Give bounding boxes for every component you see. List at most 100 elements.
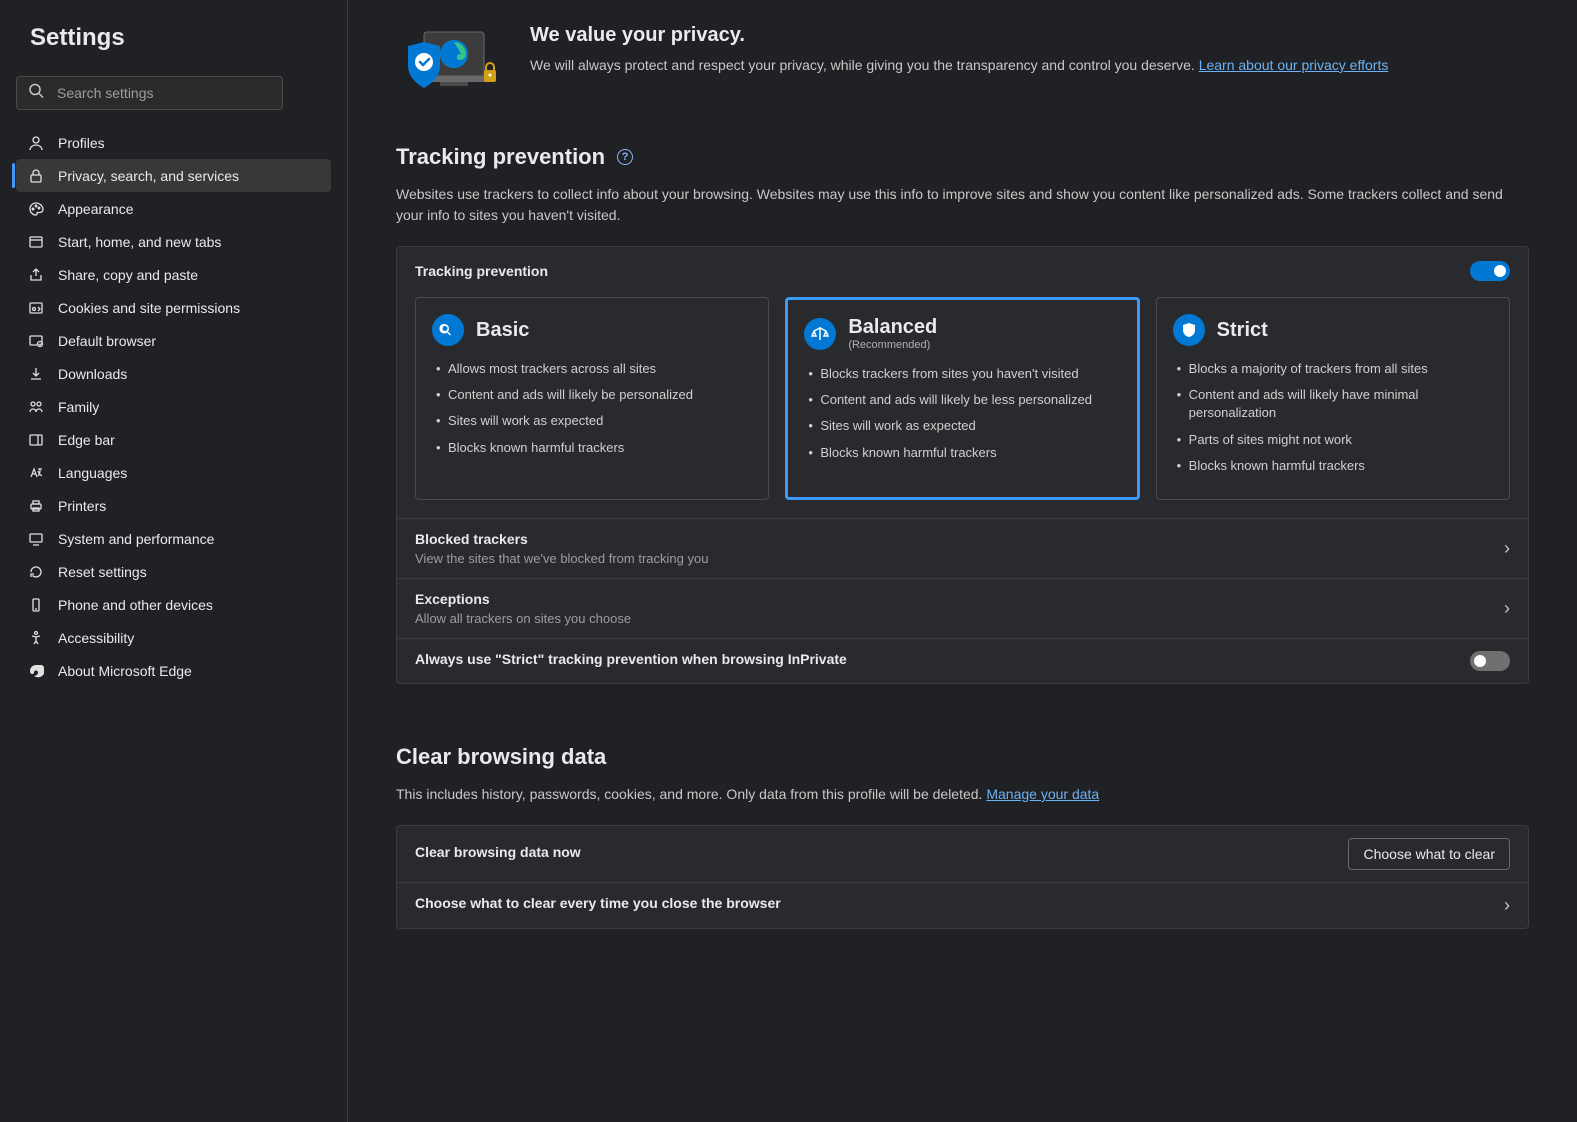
clear-card: Clear browsing data now Choose what to c…: [396, 825, 1529, 929]
sidebar-item-about[interactable]: About Microsoft Edge: [16, 654, 331, 687]
level-name: Strict: [1217, 319, 1268, 342]
row-title: Always use "Strict" tracking prevention …: [415, 651, 1470, 667]
help-icon[interactable]: ?: [617, 149, 633, 165]
nav-label: Cookies and site permissions: [58, 300, 240, 316]
nav-label: Reset settings: [58, 564, 147, 580]
tracking-desc: Websites use trackers to collect info ab…: [396, 184, 1529, 226]
tracking-card-title: Tracking prevention: [415, 263, 548, 279]
row-desc: View the sites that we've blocked from t…: [415, 551, 1504, 566]
sidebar-item-profiles[interactable]: Profiles: [16, 126, 331, 159]
blocked-trackers-row[interactable]: Blocked trackers View the sites that we'…: [397, 518, 1528, 578]
basic-icon: [432, 314, 464, 346]
choose-what-to-clear-button[interactable]: Choose what to clear: [1348, 838, 1510, 870]
row-title: Blocked trackers: [415, 531, 1504, 547]
hero-illustration: [396, 24, 506, 104]
tracking-card-header: Tracking prevention: [397, 247, 1528, 281]
nav-label: Family: [58, 399, 99, 415]
sidebar-item-share[interactable]: Share, copy and paste: [16, 258, 331, 291]
download-icon: [26, 364, 46, 384]
clear-desc: This includes history, passwords, cookie…: [396, 784, 1529, 805]
nav-label: Privacy, search, and services: [58, 168, 239, 184]
hero-text: We value your privacy. We will always pr…: [530, 24, 1388, 104]
languages-icon: [26, 463, 46, 483]
browser-icon: [26, 331, 46, 351]
system-icon: [26, 529, 46, 549]
hero-body: We will always protect and respect your …: [530, 55, 1388, 76]
strict-inprivate-toggle[interactable]: [1470, 651, 1510, 671]
tracking-level-grid: Basic Allows most trackers across all si…: [397, 281, 1528, 518]
sidebar-item-reset[interactable]: Reset settings: [16, 555, 331, 588]
sidebar-item-phone[interactable]: Phone and other devices: [16, 588, 331, 621]
sidebar-item-privacy[interactable]: Privacy, search, and services: [16, 159, 331, 192]
sidebar-item-cookies[interactable]: Cookies and site permissions: [16, 291, 331, 324]
privacy-efforts-link[interactable]: Learn about our privacy efforts: [1199, 57, 1389, 73]
search-container: [16, 76, 331, 110]
nav-label: Downloads: [58, 366, 127, 382]
chevron-right-icon: ›: [1504, 895, 1510, 916]
privacy-hero: We value your privacy. We will always pr…: [396, 24, 1529, 104]
phone-icon: [26, 595, 46, 615]
level-name: Balanced: [848, 316, 937, 339]
nav-label: About Microsoft Edge: [58, 663, 192, 679]
sidebar-item-downloads[interactable]: Downloads: [16, 357, 331, 390]
level-bullets: Blocks trackers from sites you haven't v…: [804, 365, 1120, 462]
sidebar-item-edge-bar[interactable]: Edge bar: [16, 423, 331, 456]
row-title: Exceptions: [415, 591, 1504, 607]
accessibility-icon: [26, 628, 46, 648]
sidebar-item-languages[interactable]: Languages: [16, 456, 331, 489]
hero-title: We value your privacy.: [530, 24, 1388, 47]
exceptions-row[interactable]: Exceptions Allow all trackers on sites y…: [397, 578, 1528, 638]
chevron-right-icon: ›: [1504, 598, 1510, 619]
sidebar-item-printers[interactable]: Printers: [16, 489, 331, 522]
strict-icon: [1173, 314, 1205, 346]
family-icon: [26, 397, 46, 417]
nav-label: Printers: [58, 498, 106, 514]
tracking-heading: Tracking prevention ?: [396, 144, 1529, 170]
row-desc: Allow all trackers on sites you choose: [415, 611, 1504, 626]
tracking-toggle[interactable]: [1470, 261, 1510, 281]
clear-on-close-row[interactable]: Choose what to clear every time you clos…: [397, 882, 1528, 928]
row-title: Choose what to clear every time you clos…: [415, 895, 1504, 911]
lock-icon: [26, 166, 46, 186]
sidebar-item-start[interactable]: Start, home, and new tabs: [16, 225, 331, 258]
profile-icon: [26, 133, 46, 153]
level-name: Basic: [476, 319, 529, 342]
nav-label: Profiles: [58, 135, 105, 151]
balanced-icon: [804, 318, 836, 350]
edge-icon: [26, 661, 46, 681]
manage-data-link[interactable]: Manage your data: [986, 786, 1099, 802]
nav-label: Default browser: [58, 333, 156, 349]
sidebar-item-family[interactable]: Family: [16, 390, 331, 423]
main-content: We value your privacy. We will always pr…: [348, 0, 1577, 1122]
nav-label: Languages: [58, 465, 127, 481]
nav-label: Share, copy and paste: [58, 267, 198, 283]
tracking-card: Tracking prevention Basic Allows most tr…: [396, 246, 1529, 684]
tabs-icon: [26, 232, 46, 252]
search-input[interactable]: [16, 76, 283, 110]
printer-icon: [26, 496, 46, 516]
nav-label: Phone and other devices: [58, 597, 213, 613]
level-sub: (Recommended): [848, 339, 937, 351]
nav-label: Edge bar: [58, 432, 115, 448]
level-bullets: Blocks a majority of trackers from all s…: [1173, 360, 1493, 475]
sidebar-item-appearance[interactable]: Appearance: [16, 192, 331, 225]
sidebar-item-system[interactable]: System and performance: [16, 522, 331, 555]
clear-now-row: Clear browsing data now Choose what to c…: [397, 826, 1528, 882]
level-basic[interactable]: Basic Allows most trackers across all si…: [415, 297, 769, 500]
nav-label: System and performance: [58, 531, 214, 547]
nav-label: Start, home, and new tabs: [58, 234, 221, 250]
settings-title: Settings: [30, 24, 331, 52]
chevron-right-icon: ›: [1504, 538, 1510, 559]
level-strict[interactable]: Strict Blocks a majority of trackers fro…: [1156, 297, 1510, 500]
level-bullets: Allows most trackers across all sites Co…: [432, 360, 752, 457]
nav-label: Appearance: [58, 201, 134, 217]
cookies-icon: [26, 298, 46, 318]
sidebar-item-default-browser[interactable]: Default browser: [16, 324, 331, 357]
sidebar-item-accessibility[interactable]: Accessibility: [16, 621, 331, 654]
share-icon: [26, 265, 46, 285]
level-balanced[interactable]: Balanced (Recommended) Blocks trackers f…: [785, 297, 1139, 500]
appearance-icon: [26, 199, 46, 219]
nav-label: Accessibility: [58, 630, 134, 646]
clear-heading: Clear browsing data: [396, 744, 1529, 770]
strict-inprivate-row: Always use "Strict" tracking prevention …: [397, 638, 1528, 683]
